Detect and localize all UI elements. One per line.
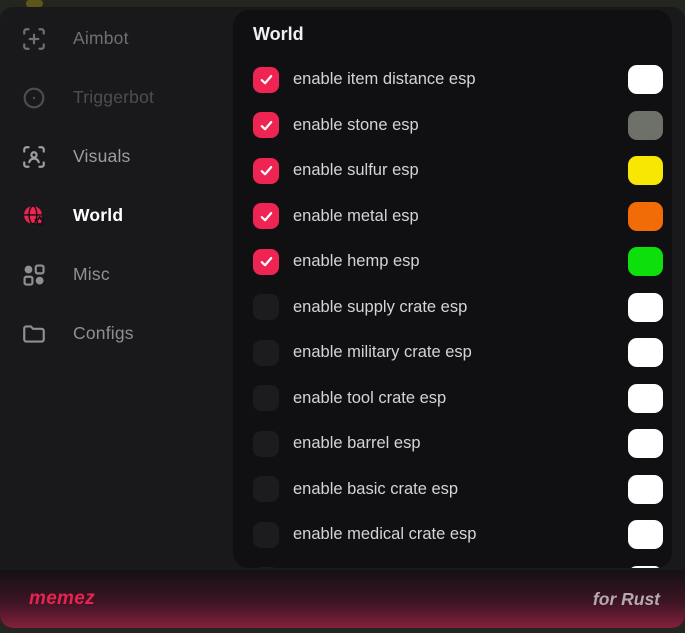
esp-label: enable stone esp xyxy=(293,116,419,135)
esp-color-swatch[interactable] xyxy=(628,65,663,94)
sidebar-item-aimbot[interactable]: Aimbot xyxy=(0,9,233,68)
esp-checkbox[interactable] xyxy=(253,203,279,229)
footer-bar: memez for Rust xyxy=(0,570,685,628)
sidebar-item-label: Misc xyxy=(73,264,110,285)
esp-checkbox[interactable] xyxy=(253,385,279,411)
esp-checkbox[interactable] xyxy=(253,431,279,457)
sidebar-item-configs[interactable]: Configs xyxy=(0,304,233,363)
sidebar-item-world[interactable]: World xyxy=(0,186,233,245)
sidebar-item-label: Visuals xyxy=(73,146,131,167)
esp-color-swatch[interactable] xyxy=(628,111,663,140)
screen: Aimbot Triggerbot Visuals World Misc Con… xyxy=(0,0,685,633)
esp-color-swatch[interactable] xyxy=(628,202,663,231)
esp-toggle-row: enable basic crate esp xyxy=(253,467,663,513)
esp-checkbox[interactable] xyxy=(253,522,279,548)
esp-color-swatch[interactable] xyxy=(628,475,663,504)
esp-toggle-row: enable medical crate esp xyxy=(253,512,663,558)
esp-color-swatch[interactable] xyxy=(628,293,663,322)
esp-checkbox[interactable] xyxy=(253,340,279,366)
esp-toggle-row: enable sulfur esp xyxy=(253,148,663,194)
esp-color-swatch[interactable] xyxy=(628,338,663,367)
esp-toggle-row: enable item distance esp xyxy=(253,57,663,103)
crosshair-plus-icon xyxy=(21,26,47,52)
esp-toggle-row: enable stone esp xyxy=(253,103,663,149)
cheat-menu-window: Aimbot Triggerbot Visuals World Misc Con… xyxy=(0,7,685,628)
esp-label: enable tool crate esp xyxy=(293,389,446,408)
sidebar-item-triggerbot[interactable]: Triggerbot xyxy=(0,68,233,127)
esp-checkbox[interactable] xyxy=(253,67,279,93)
esp-color-swatch[interactable] xyxy=(628,247,663,276)
esp-color-swatch[interactable] xyxy=(628,384,663,413)
esp-checkbox[interactable] xyxy=(253,112,279,138)
esp-label: enable medical crate esp xyxy=(293,525,476,544)
esp-label: enable item distance esp xyxy=(293,70,476,89)
sidebar-item-visuals[interactable]: Visuals xyxy=(0,127,233,186)
esp-checkbox[interactable] xyxy=(253,476,279,502)
esp-color-swatch[interactable] xyxy=(628,566,663,568)
esp-toggle-row: enable metal esp xyxy=(253,194,663,240)
esp-toggle-row: enable supply crate esp xyxy=(253,285,663,331)
esp-label: enable sulfur esp xyxy=(293,161,419,180)
globe-star-icon xyxy=(21,203,47,229)
sidebar: Aimbot Triggerbot Visuals World Misc Con… xyxy=(0,7,233,363)
esp-label: enable basic crate esp xyxy=(293,480,458,499)
sidebar-item-label: World xyxy=(73,205,123,226)
esp-color-swatch[interactable] xyxy=(628,520,663,549)
esp-rows: enable item distance esp enable stone es… xyxy=(253,57,663,568)
esp-color-swatch[interactable] xyxy=(628,429,663,458)
esp-checkbox[interactable] xyxy=(253,158,279,184)
esp-checkbox[interactable] xyxy=(253,567,279,568)
background-artifact xyxy=(26,0,43,7)
sidebar-item-label: Triggerbot xyxy=(73,87,154,108)
esp-toggle-row: enable military crate esp xyxy=(253,330,663,376)
brand-tagline: for Rust xyxy=(593,589,660,610)
esp-color-swatch[interactable] xyxy=(628,156,663,185)
esp-checkbox[interactable] xyxy=(253,294,279,320)
esp-checkbox[interactable] xyxy=(253,249,279,275)
esp-toggle-row: enable hemp esp xyxy=(253,239,663,285)
esp-toggle-row xyxy=(253,558,663,569)
folder-icon xyxy=(21,321,47,347)
grid-shapes-icon xyxy=(21,262,47,288)
sidebar-item-misc[interactable]: Misc xyxy=(0,245,233,304)
brand-name: memez xyxy=(29,588,95,610)
esp-label: enable metal esp xyxy=(293,207,419,226)
panel-title: World xyxy=(253,24,663,45)
esp-label: enable supply crate esp xyxy=(293,298,467,317)
esp-label: enable military crate esp xyxy=(293,343,472,362)
esp-toggle-row: enable barrel esp xyxy=(253,421,663,467)
world-panel: World enable item distance esp enable st… xyxy=(233,10,672,568)
circle-dot-icon xyxy=(21,85,47,111)
user-scan-icon xyxy=(21,144,47,170)
esp-toggle-row: enable tool crate esp xyxy=(253,376,663,422)
sidebar-item-label: Configs xyxy=(73,323,134,344)
esp-label: enable barrel esp xyxy=(293,434,421,453)
esp-label: enable hemp esp xyxy=(293,252,420,271)
sidebar-item-label: Aimbot xyxy=(73,28,129,49)
